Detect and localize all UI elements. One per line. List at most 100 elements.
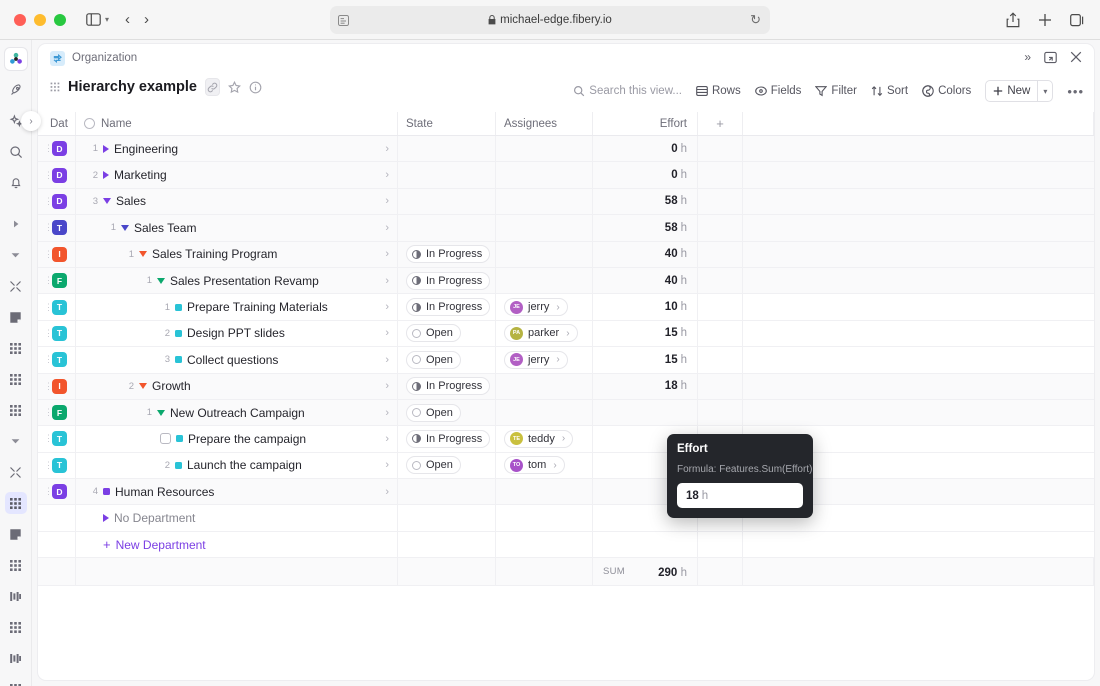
back-arrow-icon[interactable]: ‹	[125, 11, 130, 28]
entity-type-badge[interactable]: T	[52, 220, 67, 235]
row-assignees-cell[interactable]	[496, 505, 593, 530]
open-entity-chevron-icon[interactable]: ›	[381, 380, 389, 392]
minimize-window-button[interactable]	[34, 14, 46, 26]
row-state-cell[interactable]: Open	[398, 453, 496, 478]
row-name-cell[interactable]: No Department	[76, 505, 398, 530]
row-state-cell[interactable]	[398, 532, 496, 557]
state-badge[interactable]: Open	[406, 324, 461, 342]
select-all-checkbox[interactable]	[84, 118, 95, 129]
row-state-cell[interactable]	[398, 136, 496, 161]
table-row[interactable]: No Department	[38, 505, 1094, 531]
row-name-label[interactable]: Sales Presentation Revamp	[170, 274, 376, 288]
row-drag-handle-icon[interactable]: ⋮	[44, 487, 48, 496]
row-name-cell[interactable]: 1Sales Presentation Revamp›	[76, 268, 398, 293]
row-effort-cell[interactable]: 58h	[593, 189, 698, 214]
table-row[interactable]: ⋮T2Design PPT slides›OpenPAparker›15h	[38, 321, 1094, 347]
column-header-effort[interactable]: Effort	[593, 112, 698, 135]
bell-icon[interactable]	[5, 172, 27, 194]
column-header-state[interactable]: State	[398, 112, 496, 135]
grid-icon[interactable]	[5, 368, 27, 390]
columns-icon[interactable]	[5, 585, 27, 607]
column-header-name[interactable]: Name	[76, 112, 398, 135]
row-state-cell[interactable]	[398, 215, 496, 240]
search-input[interactable]: Search this view...	[573, 85, 682, 97]
columns-icon[interactable]	[5, 647, 27, 669]
assignee-chevron-icon[interactable]: ›	[562, 433, 565, 444]
collapse-triangle-icon[interactable]	[157, 278, 165, 284]
row-assignees-cell[interactable]: JEjerry›	[496, 347, 593, 372]
row-name-label[interactable]: Collect questions	[187, 353, 376, 367]
row-assignees-cell[interactable]	[496, 268, 593, 293]
selected-grid-icon[interactable]	[5, 492, 27, 514]
new-dropdown-chevron-icon[interactable]: ▾	[1037, 81, 1052, 101]
table-row[interactable]: ⋮D3Sales›58h	[38, 189, 1094, 215]
chevron-down-icon[interactable]: ▾	[105, 15, 109, 24]
table-row[interactable]: ⋮TPrepare the campaign›In ProgressTEtedd…	[38, 426, 1094, 452]
row-effort-cell[interactable]: 0h	[593, 136, 698, 161]
row-name-cell[interactable]: 3Collect questions›	[76, 347, 398, 372]
row-state-cell[interactable]: Open	[398, 347, 496, 372]
filter-button[interactable]: Filter	[815, 85, 857, 97]
table-row[interactable]: ⋮T3Collect questions›OpenJEjerry›15h	[38, 347, 1094, 373]
entity-type-badge[interactable]: D	[52, 168, 67, 183]
caret-down-icon[interactable]	[5, 430, 27, 452]
row-name-label[interactable]: Marketing	[114, 168, 376, 182]
row-name-cell[interactable]: 1Engineering›	[76, 136, 398, 161]
open-entity-chevron-icon[interactable]: ›	[381, 169, 389, 181]
share-icon[interactable]	[1006, 12, 1020, 28]
address-bar[interactable]: michael-edge.fibery.io ↻	[330, 6, 770, 34]
rocket-icon[interactable]	[5, 79, 27, 101]
sort-button[interactable]: Sort	[871, 85, 908, 97]
close-icon[interactable]	[1070, 51, 1082, 63]
new-tab-icon[interactable]	[1038, 13, 1052, 27]
document-icon[interactable]	[5, 523, 27, 545]
row-drag-handle-icon[interactable]: ⋮	[44, 329, 48, 338]
collapse-triangle-icon[interactable]	[157, 410, 165, 416]
collapse-triangle-icon[interactable]	[139, 251, 147, 257]
row-assignees-cell[interactable]: PAparker›	[496, 321, 593, 346]
row-name-label[interactable]: Growth	[152, 379, 376, 393]
table-row[interactable]: ⋮T1Prepare Training Materials›In Progres…	[38, 294, 1094, 320]
row-state-cell[interactable]: In Progress	[398, 268, 496, 293]
colors-button[interactable]: Colors	[922, 85, 971, 97]
expand-sidebar-button[interactable]: ›	[21, 111, 41, 131]
row-state-cell[interactable]	[398, 505, 496, 530]
row-name-cell[interactable]: +New Department	[76, 532, 398, 557]
fields-button[interactable]: Fields	[755, 85, 802, 97]
entity-type-badge[interactable]: T	[52, 431, 67, 446]
state-badge[interactable]: In Progress	[406, 272, 490, 290]
row-state-cell[interactable]: Open	[398, 400, 496, 425]
state-badge[interactable]: In Progress	[406, 245, 490, 263]
row-assignees-cell[interactable]	[496, 162, 593, 187]
row-name-cell[interactable]: 2Design PPT slides›	[76, 321, 398, 346]
row-name-label[interactable]: Engineering	[114, 142, 376, 156]
row-name-label[interactable]: Human Resources	[115, 485, 376, 499]
entity-type-badge[interactable]: T	[52, 458, 67, 473]
open-entity-chevron-icon[interactable]: ›	[381, 327, 389, 339]
row-state-cell[interactable]: In Progress	[398, 242, 496, 267]
state-badge[interactable]: In Progress	[406, 298, 490, 316]
row-name-label[interactable]: Design PPT slides	[187, 326, 376, 340]
state-badge[interactable]: Open	[406, 351, 461, 369]
row-state-cell[interactable]	[398, 162, 496, 187]
close-window-button[interactable]	[14, 14, 26, 26]
drag-handle-icon[interactable]	[50, 82, 60, 92]
assignee-chip[interactable]: PAparker›	[504, 324, 578, 342]
row-name-cell[interactable]: 1Sales Team›	[76, 215, 398, 240]
rows-button[interactable]: Rows	[696, 85, 741, 97]
row-drag-handle-icon[interactable]: ⋮	[44, 408, 48, 417]
row-state-cell[interactable]: In Progress	[398, 426, 496, 451]
assignee-chevron-icon[interactable]: ›	[566, 328, 569, 339]
row-effort-cell[interactable]: 10h	[593, 294, 698, 319]
row-name-cell[interactable]: 1Prepare Training Materials›	[76, 294, 398, 319]
row-drag-handle-icon[interactable]: ⋮	[44, 276, 48, 285]
row-drag-handle-icon[interactable]: ⋮	[44, 144, 48, 153]
entity-type-badge[interactable]: T	[52, 300, 67, 315]
tooltip-value-input[interactable]: 18 h	[677, 483, 803, 508]
collapse-triangle-icon[interactable]	[121, 225, 129, 231]
assignee-chip[interactable]: JEjerry›	[504, 351, 568, 369]
table-row[interactable]: ⋮D4Human Resources›0h	[38, 479, 1094, 505]
row-state-cell[interactable]	[398, 189, 496, 214]
row-name-label[interactable]: Sales Training Program	[152, 247, 376, 261]
row-drag-handle-icon[interactable]: ⋮	[44, 171, 48, 180]
